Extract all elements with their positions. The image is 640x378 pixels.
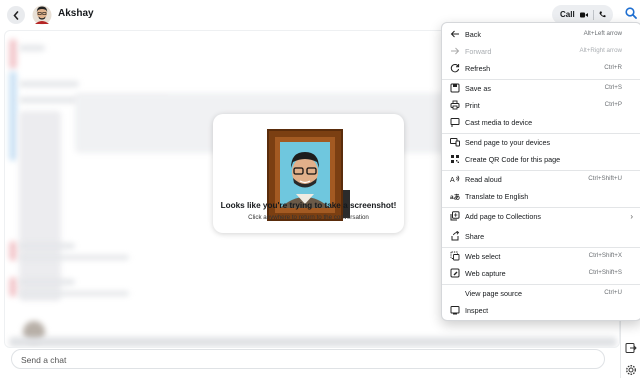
- blurred-text: [9, 337, 617, 347]
- print-icon: [450, 100, 460, 110]
- blurred-text: [19, 255, 129, 260]
- read-aloud-icon: A: [450, 174, 460, 184]
- chat-input[interactable]: Send a chat: [11, 349, 605, 369]
- menu-item-translate[interactable]: aあ Translate to English: [442, 188, 640, 205]
- blurred-text: [19, 243, 75, 249]
- forward-arrow-icon: [450, 46, 460, 56]
- blurred-marker: [9, 71, 17, 161]
- cast-icon: [450, 117, 460, 127]
- menu-item-save-as[interactable]: Save as Ctrl+S: [442, 80, 640, 97]
- web-select-icon: [450, 251, 460, 261]
- collections-icon: [450, 211, 460, 221]
- menu-label: Web capture: [465, 269, 506, 278]
- menu-shortcut: Ctrl+Shift+U: [588, 175, 622, 182]
- menu-label: Create QR Code for this page: [465, 155, 561, 164]
- back-arrow-icon: [450, 29, 460, 39]
- menu-label: Web select: [465, 252, 501, 261]
- call-label: Call: [560, 10, 575, 19]
- blurred-text: [19, 279, 75, 285]
- blurred-text: [19, 81, 79, 87]
- video-call-icon[interactable]: [579, 12, 588, 18]
- menu-shortcut: Ctrl+Shift+S: [588, 269, 622, 276]
- settings-gear-icon[interactable]: [625, 364, 637, 376]
- menu-label: Translate to English: [465, 192, 529, 201]
- contact-name[interactable]: Akshay: [58, 8, 94, 19]
- menu-shortcut: Ctrl+U: [604, 289, 622, 296]
- blurred-marker: [9, 241, 17, 261]
- inspect-icon: [450, 305, 460, 315]
- call-pill-divider: [592, 9, 594, 20]
- send-to-devices-icon: [450, 137, 460, 147]
- menu-item-cast[interactable]: Cast media to device: [442, 114, 640, 131]
- menu-item-collections[interactable]: Add page to Collections ›: [442, 208, 640, 225]
- menu-shortcut: Ctrl+P: [604, 101, 622, 108]
- menu-label: Print: [465, 101, 480, 110]
- chevron-right-icon: ›: [630, 212, 633, 221]
- svg-text:A: A: [450, 177, 455, 184]
- menu-shortcut: Ctrl+S: [604, 84, 622, 91]
- menu-item-web-capture[interactable]: Web capture Ctrl+Shift+S: [442, 265, 640, 282]
- menu-item-back[interactable]: Back Alt+Left arrow: [442, 26, 640, 43]
- svg-text:aあ: aあ: [450, 192, 460, 201]
- menu-label: Cast media to device: [465, 118, 533, 127]
- share-icon: [450, 231, 460, 241]
- save-as-icon: [450, 83, 460, 93]
- blurred-marker: [9, 277, 17, 297]
- menu-item-inspect[interactable]: Inspect: [442, 302, 640, 319]
- web-capture-icon: [450, 268, 460, 278]
- menu-label: Save as: [465, 84, 491, 93]
- exit-icon[interactable]: [625, 342, 637, 354]
- phone-icon[interactable]: [599, 11, 606, 18]
- browser-context-menu: Back Alt+Left arrow Forward Alt+Right ar…: [441, 22, 640, 321]
- translate-icon: aあ: [450, 191, 460, 201]
- menu-item-refresh[interactable]: Refresh Ctrl+R: [442, 60, 640, 77]
- menu-item-forward[interactable]: Forward Alt+Right arrow: [442, 43, 640, 60]
- back-button[interactable]: [7, 6, 25, 24]
- menu-shortcut: Alt+Left arrow: [583, 30, 622, 37]
- menu-label: Inspect: [465, 306, 489, 315]
- blurred-text: [19, 45, 45, 51]
- menu-label: View page source: [465, 289, 523, 298]
- menu-item-read-aloud[interactable]: A Read aloud Ctrl+Shift+U: [442, 171, 640, 188]
- menu-label: Share: [465, 232, 485, 241]
- refresh-icon: [450, 63, 460, 73]
- menu-label: Back: [465, 30, 481, 39]
- menu-item-view-source[interactable]: View page source Ctrl+U: [442, 285, 640, 302]
- menu-item-send-to-devices[interactable]: Send page to your devices: [442, 134, 640, 151]
- menu-label: Read aloud: [465, 175, 502, 184]
- menu-label: Send page to your devices: [465, 138, 551, 147]
- blurred-text: [19, 291, 129, 296]
- menu-item-share[interactable]: Share: [442, 228, 640, 245]
- blurred-marker: [9, 39, 17, 69]
- avatar[interactable]: [32, 4, 52, 25]
- menu-shortcut: Ctrl+Shift+X: [588, 252, 622, 259]
- qr-code-icon: [450, 154, 460, 164]
- menu-shortcut: Ctrl+R: [604, 64, 622, 71]
- menu-label: Forward: [465, 47, 492, 56]
- menu-item-qr-code[interactable]: Create QR Code for this page: [442, 151, 640, 168]
- search-icon[interactable]: [624, 6, 638, 20]
- menu-shortcut: Alt+Right arrow: [579, 47, 622, 54]
- menu-item-print[interactable]: Print Ctrl+P: [442, 97, 640, 114]
- menu-label: Add page to Collections: [465, 212, 541, 221]
- menu-label: Refresh: [465, 64, 491, 73]
- chevron-left-icon: [13, 10, 19, 20]
- menu-item-web-select[interactable]: Web select Ctrl+Shift+X: [442, 248, 640, 265]
